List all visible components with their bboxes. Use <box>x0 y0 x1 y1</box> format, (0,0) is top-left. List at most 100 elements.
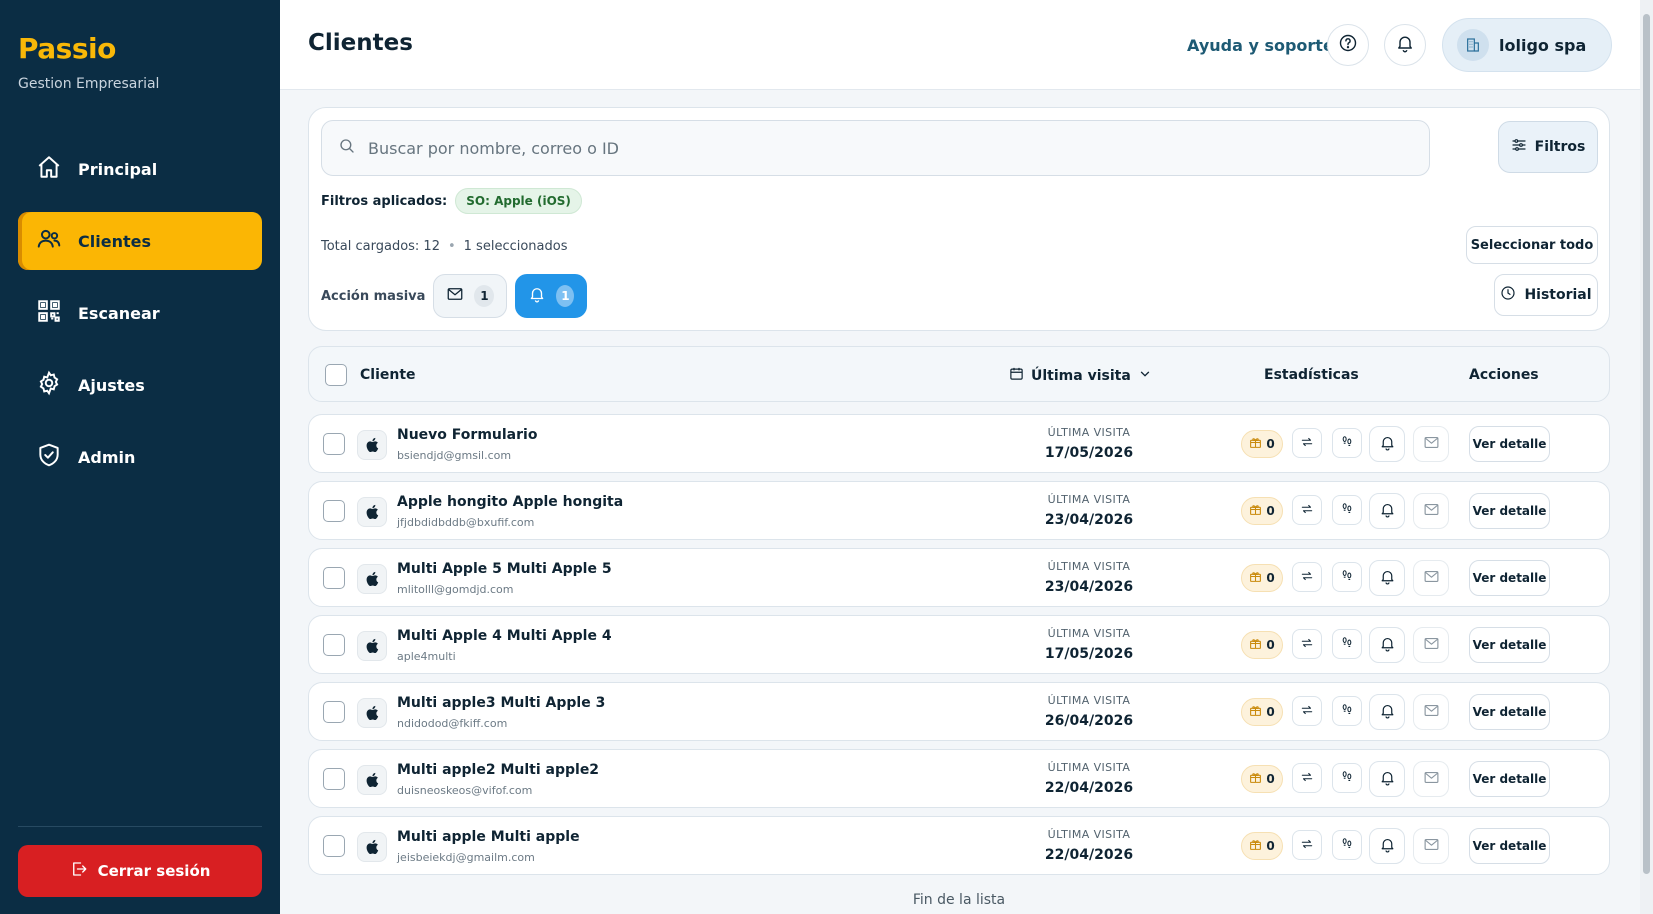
page-scrollbar[interactable] <box>1640 0 1653 914</box>
sidebar-item-escanear[interactable]: Escanear <box>18 284 262 342</box>
sidebar-item-principal[interactable]: Principal <box>18 140 262 198</box>
row-checkbox[interactable] <box>323 701 345 723</box>
email-client-button[interactable] <box>1413 694 1449 730</box>
bell-icon <box>1379 434 1396 455</box>
row-checkbox[interactable] <box>323 500 345 522</box>
view-detail-button[interactable]: Ver detalle <box>1469 560 1550 596</box>
gift-icon <box>1249 436 1262 452</box>
last-visit-date: 22/04/2026 <box>1044 847 1134 863</box>
sidebar-item-ajustes[interactable]: Ajustes <box>18 356 262 414</box>
filter-chip[interactable]: SO: Apple (iOS) <box>455 188 582 214</box>
notifications-button[interactable] <box>1384 24 1426 66</box>
table-row: Multi apple3 Multi Apple 3 ndidodod@fkif… <box>308 682 1610 741</box>
brand-logo: Passio <box>18 32 116 65</box>
transactions-button[interactable] <box>1292 696 1322 726</box>
transactions-button[interactable] <box>1292 830 1322 860</box>
history-button[interactable]: Historial <box>1494 274 1598 316</box>
sidebar-item-clientes[interactable]: Clientes <box>18 212 262 270</box>
view-detail-button[interactable]: Ver detalle <box>1469 627 1550 663</box>
view-detail-button[interactable]: Ver detalle <box>1469 493 1550 529</box>
email-client-button[interactable] <box>1413 828 1449 864</box>
bell-icon <box>1379 702 1396 723</box>
sidebar-divider <box>18 826 262 827</box>
row-checkbox[interactable] <box>323 768 345 790</box>
apple-icon <box>357 698 387 728</box>
client-name[interactable]: Multi Apple 5 Multi Apple 5 <box>397 561 612 577</box>
mass-notify-button[interactable]: 1 <box>515 274 588 318</box>
bell-icon <box>1379 836 1396 857</box>
notify-client-button[interactable] <box>1369 560 1405 596</box>
help-button[interactable] <box>1327 24 1369 66</box>
client-name[interactable]: Multi apple2 Multi apple2 <box>397 762 599 778</box>
mail-icon <box>1423 836 1440 857</box>
transactions-button[interactable] <box>1292 763 1322 793</box>
table-row: Multi apple Multi apple jeisbeiekdj@gmai… <box>308 816 1610 875</box>
visits-button[interactable] <box>1332 428 1362 458</box>
visits-button[interactable] <box>1332 562 1362 592</box>
points-badge: 0 <box>1241 631 1283 659</box>
row-checkbox[interactable] <box>323 835 345 857</box>
bell-icon <box>1379 635 1396 656</box>
notify-client-button[interactable] <box>1369 627 1405 663</box>
client-name[interactable]: Apple hongito Apple hongita <box>397 494 623 510</box>
row-checkbox[interactable] <box>323 634 345 656</box>
notify-client-button[interactable] <box>1369 761 1405 797</box>
client-email: bsiendjd@gmsil.com <box>397 449 512 462</box>
scrollbar-thumb[interactable] <box>1643 14 1650 874</box>
transactions-button[interactable] <box>1292 629 1322 659</box>
email-client-button[interactable] <box>1413 426 1449 462</box>
client-name[interactable]: Nuevo Formulario <box>397 427 537 443</box>
transactions-button[interactable] <box>1292 562 1322 592</box>
apple-icon <box>357 631 387 661</box>
bell-count: 1 <box>556 285 575 307</box>
email-client-button[interactable] <box>1413 493 1449 529</box>
transactions-button[interactable] <box>1292 495 1322 525</box>
visits-button[interactable] <box>1332 830 1362 860</box>
company-selector[interactable]: loligo spa <box>1442 18 1612 72</box>
swap-icon <box>1300 501 1314 520</box>
sidebar-item-label: Clientes <box>78 231 151 251</box>
visits-button[interactable] <box>1332 495 1362 525</box>
points-value: 0 <box>1266 705 1275 719</box>
sidebar-item-admin[interactable]: Admin <box>18 428 262 486</box>
logout-button[interactable]: Cerrar sesión <box>18 845 262 897</box>
notify-client-button[interactable] <box>1369 426 1405 462</box>
select-all-checkbox[interactable] <box>325 364 347 386</box>
history-label: Historial <box>1524 287 1592 303</box>
visits-button[interactable] <box>1332 763 1362 793</box>
visits-button[interactable] <box>1332 629 1362 659</box>
filters-button[interactable]: Filtros <box>1498 121 1598 173</box>
notify-client-button[interactable] <box>1369 828 1405 864</box>
visits-button[interactable] <box>1332 696 1362 726</box>
search-input[interactable] <box>368 138 1368 158</box>
help-support-link[interactable]: Ayuda y soporte <box>1187 36 1334 55</box>
client-email: ndidodod@fkiff.com <box>397 717 508 730</box>
view-detail-button[interactable]: Ver detalle <box>1469 761 1550 797</box>
email-client-button[interactable] <box>1413 627 1449 663</box>
view-detail-button[interactable]: Ver detalle <box>1469 426 1550 462</box>
client-name[interactable]: Multi apple3 Multi Apple 3 <box>397 695 605 711</box>
notify-client-button[interactable] <box>1369 493 1405 529</box>
column-last-visit[interactable]: Última visita <box>1009 366 1152 385</box>
row-checkbox[interactable] <box>323 567 345 589</box>
points-badge: 0 <box>1241 430 1283 458</box>
brand-subtitle: Gestion Empresarial <box>18 76 160 92</box>
client-name[interactable]: Multi Apple 4 Multi Apple 4 <box>397 628 612 644</box>
gift-icon <box>1249 704 1262 720</box>
transactions-button[interactable] <box>1292 428 1322 458</box>
points-value: 0 <box>1266 638 1275 652</box>
sidebar-item-label: Ajustes <box>78 375 145 395</box>
view-detail-button[interactable]: Ver detalle <box>1469 828 1550 864</box>
mail-icon <box>1423 769 1440 790</box>
email-client-button[interactable] <box>1413 761 1449 797</box>
view-detail-button[interactable]: Ver detalle <box>1469 694 1550 730</box>
footsteps-icon <box>1340 635 1354 654</box>
mass-email-button[interactable]: 1 <box>433 274 508 318</box>
select-all-button[interactable]: Seleccionar todo <box>1466 226 1598 264</box>
row-checkbox[interactable] <box>323 433 345 455</box>
bell-icon <box>528 285 546 307</box>
bell-icon <box>1395 33 1415 57</box>
notify-client-button[interactable] <box>1369 694 1405 730</box>
client-name[interactable]: Multi apple Multi apple <box>397 829 580 845</box>
email-client-button[interactable] <box>1413 560 1449 596</box>
